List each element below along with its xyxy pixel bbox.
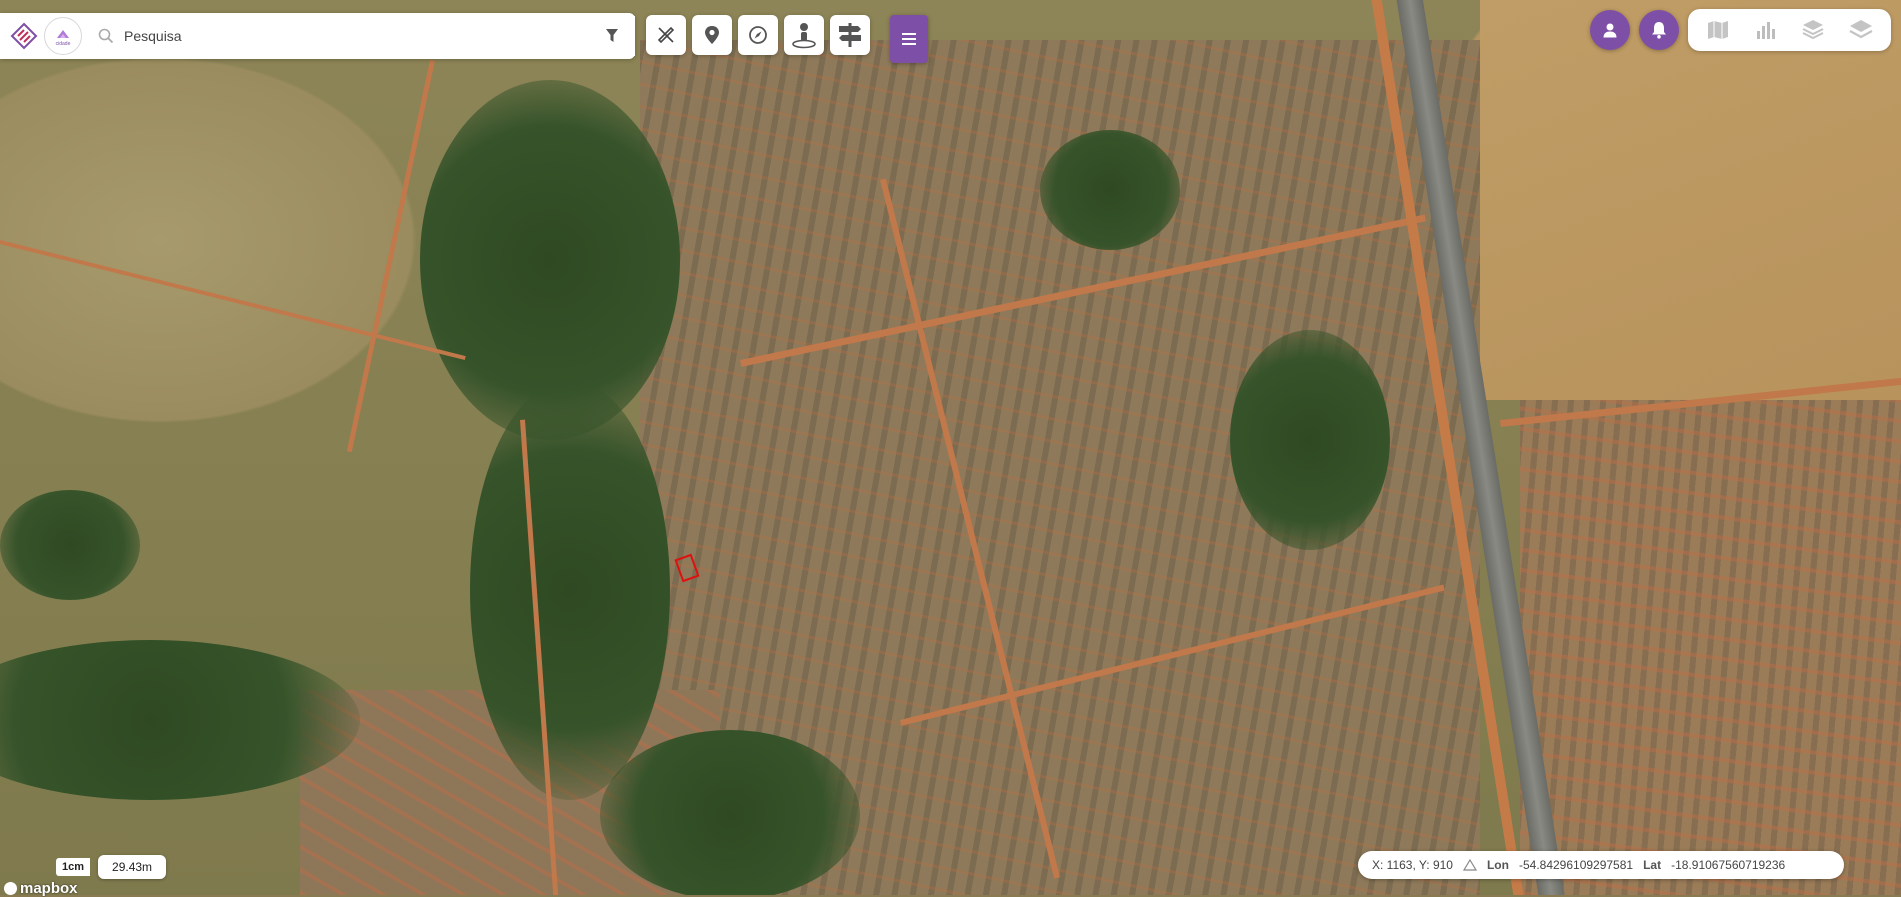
forest-patch: [1230, 330, 1390, 550]
mapbox-logo-icon: [4, 882, 17, 895]
measure-tool-button[interactable]: [646, 15, 686, 55]
search-input[interactable]: [122, 27, 597, 45]
search-box: [88, 16, 635, 56]
chart-layer-button[interactable]: [1750, 14, 1782, 46]
map-pin-icon: [705, 26, 719, 44]
warning-triangle-icon: [1462, 859, 1477, 871]
marker-tool-button[interactable]: [692, 15, 732, 55]
forest-patch: [1040, 130, 1180, 250]
field-area: [1480, 0, 1901, 400]
scale-bar: 1cm 29.43m: [56, 855, 167, 879]
signpost-icon: [839, 23, 861, 47]
longitude-label: Lon: [1486, 858, 1509, 872]
organization-logo: cidade: [44, 17, 82, 55]
forest-patch: [600, 730, 860, 895]
mapbox-attribution[interactable]: mapbox: [4, 880, 78, 897]
dirt-road: [0, 240, 466, 361]
coordinates-bar: X: 1163, Y: 910 Lon -54.84296109297581 L…: [1358, 851, 1844, 879]
longitude-value: -54.84296109297581: [1518, 858, 1634, 872]
layer-switcher: [1688, 9, 1891, 51]
filter-button[interactable]: [597, 21, 627, 51]
ruler-pencil-icon: [657, 26, 675, 44]
latitude-value: -18.91067560719236: [1671, 858, 1786, 872]
latitude-label: Lat: [1643, 858, 1662, 872]
search-panel: cidade: [0, 13, 635, 59]
layers-button[interactable]: [1845, 14, 1877, 46]
forest-patch: [470, 380, 670, 800]
scale-unit: 1cm: [56, 858, 91, 876]
urban-area-east: [1520, 400, 1901, 895]
notifications-button[interactable]: [1639, 10, 1679, 50]
stacked-layers-button[interactable]: [1797, 14, 1829, 46]
search-icon: [98, 28, 114, 44]
satellite-map[interactable]: [0, 0, 1901, 895]
signpost-tool-button[interactable]: [830, 15, 870, 55]
mapbox-logo-text: mapbox: [20, 880, 78, 897]
streetview-tool-button[interactable]: [784, 15, 824, 55]
app-logo-icon[interactable]: [10, 22, 38, 50]
compass-icon: [749, 26, 767, 44]
filter-icon: [606, 29, 618, 42]
user-button[interactable]: [1590, 10, 1630, 50]
map-icon: [1707, 21, 1728, 39]
menu-button[interactable]: [890, 15, 928, 63]
organization-logo-text: cidade: [56, 41, 71, 47]
compass-tool-button[interactable]: [738, 15, 778, 55]
bell-icon: [1652, 22, 1666, 39]
layers-stack-icon: [1802, 20, 1824, 40]
base-map-button[interactable]: [1702, 14, 1734, 46]
map-toolbar: [646, 15, 870, 57]
layers-icon: [1849, 20, 1873, 39]
user-icon: [1603, 23, 1617, 38]
scale-distance: 29.43m: [98, 855, 167, 879]
pixel-coordinates: X: 1163, Y: 910: [1372, 858, 1453, 872]
chart-icon: [1756, 22, 1775, 39]
hamburger-icon: [902, 33, 916, 45]
person-pin-icon: [792, 23, 816, 49]
forest-patch: [0, 490, 140, 600]
